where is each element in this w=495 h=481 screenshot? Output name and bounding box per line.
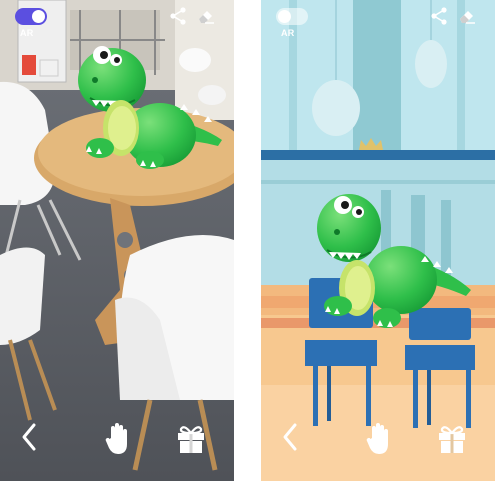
eraser-icon[interactable] <box>196 6 216 26</box>
scene-screen: AR <box>261 0 495 481</box>
ar-camera-screen: AR <box>0 0 234 481</box>
ar-label: AR <box>281 28 295 38</box>
back-chevron-icon[interactable] <box>18 422 40 452</box>
back-chevron-icon[interactable] <box>279 422 301 452</box>
ar-toggle[interactable] <box>276 8 308 25</box>
hand-icon[interactable] <box>104 422 132 456</box>
ar-camera-view <box>0 0 234 481</box>
cartoon-scene <box>261 0 495 481</box>
toggle-knob <box>32 10 45 23</box>
hand-icon[interactable] <box>365 422 393 456</box>
toggle-knob <box>278 10 291 23</box>
eraser-icon[interactable] <box>457 6 477 26</box>
gift-icon[interactable] <box>175 422 207 454</box>
gift-icon[interactable] <box>436 422 468 454</box>
ar-label: AR <box>20 28 34 38</box>
share-icon[interactable] <box>429 6 449 26</box>
share-icon[interactable] <box>168 6 188 26</box>
ar-toggle[interactable] <box>15 8 47 25</box>
